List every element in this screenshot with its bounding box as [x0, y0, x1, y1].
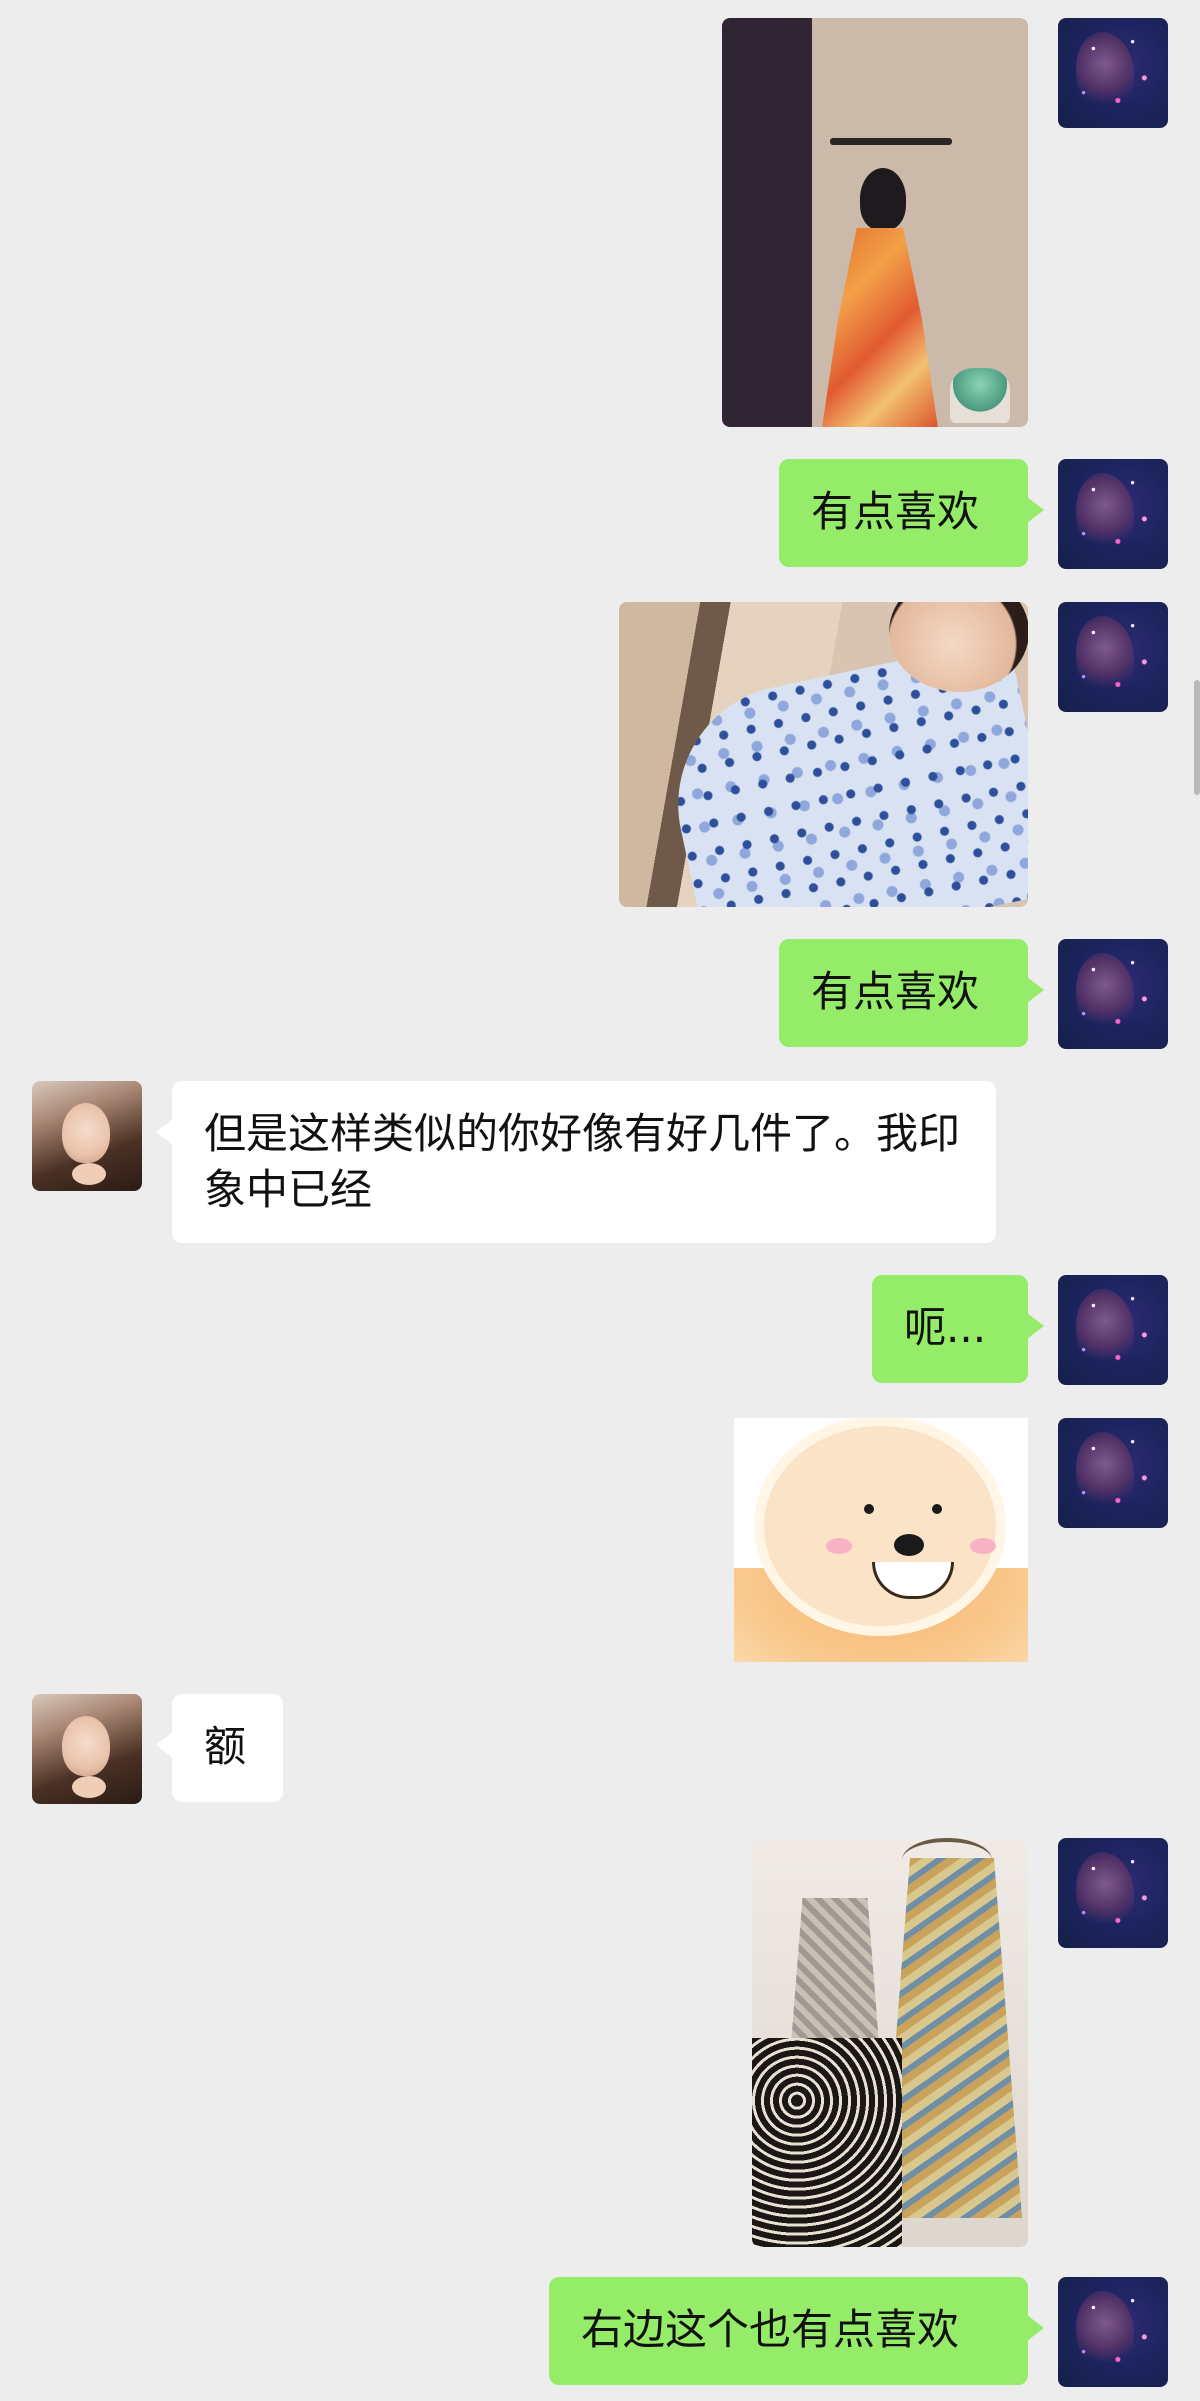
my-avatar[interactable]	[1058, 602, 1168, 712]
black-floral-dress-shape	[752, 2038, 902, 2247]
my-avatar[interactable]	[1058, 459, 1168, 569]
message-text: 额	[204, 1722, 247, 1771]
message-bubble-outgoing[interactable]: 呃...	[872, 1275, 1044, 1383]
my-avatar[interactable]	[1058, 939, 1168, 1049]
eye-left	[864, 1504, 874, 1514]
message-bubble-incoming[interactable]: 但是这样类似的你好像有好几件了。我印象中已经	[156, 1081, 996, 1243]
friend-avatar[interactable]	[32, 1694, 142, 1804]
photo-message-blue-dress[interactable]	[619, 602, 1028, 907]
sticker-lamb-face	[764, 1426, 996, 1626]
orange-dress-shape	[822, 228, 938, 427]
plant-shape	[950, 368, 1010, 423]
message-bubble-outgoing[interactable]: 右边这个也有点喜欢	[549, 2277, 1044, 2385]
message-bubble-outgoing[interactable]: 有点喜欢	[779, 939, 1044, 1047]
message-bubble-incoming[interactable]: 额	[156, 1694, 283, 1802]
my-avatar[interactable]	[1058, 1838, 1168, 1948]
cheek-left	[826, 1538, 852, 1554]
floral-dress-shape	[882, 1858, 1022, 2218]
chat-conversation: 有点喜欢 有点喜欢 但是这样类似的你好像有好几件了。我印象中已经 呃... 额	[0, 0, 1200, 2401]
my-avatar[interactable]	[1058, 1275, 1168, 1385]
message-text: 有点喜欢	[811, 967, 980, 1016]
photo-message-dresses-rack[interactable]	[752, 1838, 1028, 2247]
photo-message-orange-dress[interactable]	[722, 18, 1028, 427]
my-avatar[interactable]	[1058, 2277, 1168, 2387]
message-text: 但是这样类似的你好像有好几件了。我印象中已经	[204, 1109, 961, 1214]
message-text: 右边这个也有点喜欢	[581, 2305, 960, 2354]
smile	[872, 1562, 954, 1599]
my-avatar[interactable]	[1058, 1418, 1168, 1528]
message-bubble-outgoing[interactable]: 有点喜欢	[779, 459, 1044, 567]
sticker-message-lamb[interactable]	[734, 1418, 1028, 1662]
cheek-right	[970, 1538, 996, 1554]
message-text: 有点喜欢	[811, 487, 980, 536]
friend-avatar[interactable]	[32, 1081, 142, 1191]
photo-subject-head	[860, 168, 906, 230]
eye-right	[932, 1504, 942, 1514]
clothes-rail	[830, 138, 952, 145]
scrollbar[interactable]	[1194, 680, 1200, 795]
message-text: 呃...	[904, 1303, 987, 1352]
nose	[894, 1534, 924, 1556]
my-avatar[interactable]	[1058, 18, 1168, 128]
